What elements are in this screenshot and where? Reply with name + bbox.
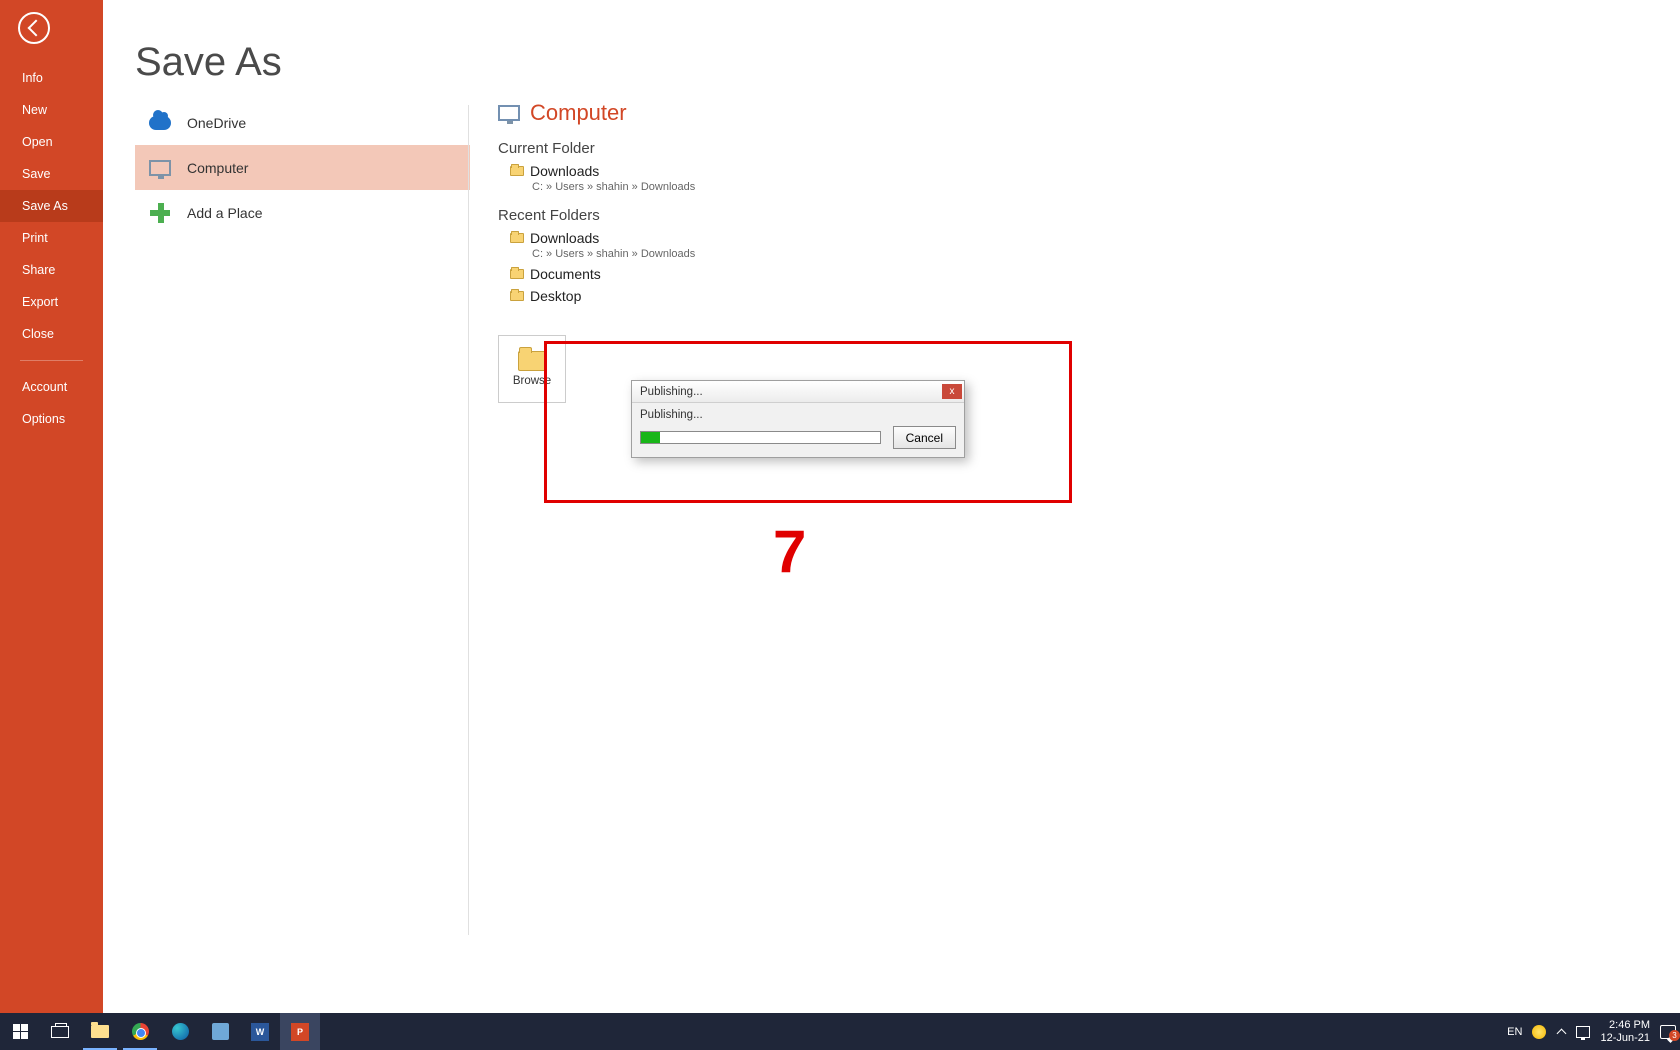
taskview-icon bbox=[51, 1026, 69, 1038]
sidebar-item-open[interactable]: Open bbox=[0, 126, 103, 158]
cancel-button[interactable]: Cancel bbox=[893, 426, 956, 449]
place-label: Computer bbox=[187, 160, 248, 176]
word-icon: W bbox=[251, 1023, 269, 1041]
column-divider bbox=[468, 105, 469, 935]
action-center-badge: 3 bbox=[1669, 1030, 1680, 1041]
taskbar-left: W P bbox=[0, 1013, 320, 1050]
taskview-button[interactable] bbox=[40, 1013, 80, 1050]
edge-icon bbox=[172, 1023, 189, 1040]
app-icon bbox=[212, 1023, 229, 1040]
folder-name: Desktop bbox=[530, 288, 581, 304]
clock-time: 2:46 PM bbox=[1600, 1019, 1650, 1032]
tray-overflow-icon[interactable] bbox=[1556, 1027, 1566, 1037]
powerpoint-taskbar[interactable]: P bbox=[280, 1013, 320, 1050]
backstage-sidebar: InfoNewOpenSaveSave AsPrintShareExportCl… bbox=[0, 0, 103, 1013]
folder-icon bbox=[510, 166, 524, 176]
page-title: Save As bbox=[135, 40, 282, 85]
sidebar-separator bbox=[20, 360, 83, 361]
file-explorer-taskbar[interactable] bbox=[80, 1013, 120, 1050]
computer-icon bbox=[149, 160, 171, 176]
detail-column: Computer Current Folder Downloads C: » U… bbox=[498, 100, 1498, 304]
dialog-close-button[interactable]: x bbox=[942, 384, 962, 399]
sidebar-nav-list: InfoNewOpenSaveSave AsPrintShareExportCl… bbox=[0, 62, 103, 350]
detail-title: Computer bbox=[530, 100, 627, 126]
folder-icon bbox=[510, 269, 524, 279]
recent-folder-item[interactable]: Downloads C: » Users » shahin » Downloads bbox=[498, 230, 1498, 260]
browse-label: Browse bbox=[513, 375, 551, 387]
sidebar-item-save-as[interactable]: Save As bbox=[0, 190, 103, 222]
current-folder-item[interactable]: Downloads C: » Users » shahin » Download… bbox=[498, 163, 1498, 193]
detail-heading: Computer bbox=[498, 100, 1498, 126]
sidebar-item-options[interactable]: Options bbox=[0, 403, 103, 435]
publishing-dialog: Publishing... x Publishing... Cancel bbox=[631, 380, 965, 458]
folder-icon bbox=[518, 351, 546, 371]
windows-icon bbox=[13, 1024, 28, 1039]
folder-name: Downloads bbox=[530, 230, 599, 246]
current-folder-label: Current Folder bbox=[498, 140, 1498, 157]
action-center-button[interactable]: 3 bbox=[1660, 1025, 1676, 1039]
sidebar-item-share[interactable]: Share bbox=[0, 254, 103, 286]
edge-taskbar[interactable] bbox=[160, 1013, 200, 1050]
place-label: Add a Place bbox=[187, 205, 263, 221]
weather-icon[interactable] bbox=[1532, 1025, 1546, 1039]
taskbar: W P EN 2:46 PM 12-Jun-21 3 bbox=[0, 1013, 1680, 1050]
browse-button[interactable]: Browse bbox=[498, 335, 566, 403]
sidebar-item-new[interactable]: New bbox=[0, 94, 103, 126]
sidebar-item-save[interactable]: Save bbox=[0, 158, 103, 190]
folder-path: C: » Users » shahin » Downloads bbox=[532, 248, 1498, 260]
chrome-taskbar[interactable] bbox=[120, 1013, 160, 1050]
word-taskbar[interactable]: W bbox=[240, 1013, 280, 1050]
dialog-body: Publishing... Cancel bbox=[632, 403, 964, 457]
sidebar-item-print[interactable]: Print bbox=[0, 222, 103, 254]
folder-name: Documents bbox=[530, 266, 601, 282]
recent-folders-list: Downloads C: » Users » shahin » Downloads… bbox=[498, 230, 1498, 304]
sidebar-nav-list-secondary: AccountOptions bbox=[0, 371, 103, 435]
taskbar-clock[interactable]: 2:46 PM 12-Jun-21 bbox=[1600, 1019, 1650, 1045]
clock-date: 12-Jun-21 bbox=[1600, 1032, 1650, 1045]
progress-bar bbox=[640, 431, 881, 444]
dialog-title: Publishing... bbox=[640, 386, 703, 398]
progress-fill bbox=[641, 432, 660, 443]
powerpoint-icon: P bbox=[291, 1023, 309, 1041]
folder-icon bbox=[510, 233, 524, 243]
folder-name: Downloads bbox=[530, 163, 599, 179]
dialog-status: Publishing... bbox=[640, 409, 956, 421]
dialog-titlebar[interactable]: Publishing... x bbox=[632, 381, 964, 403]
sidebar-item-info[interactable]: Info bbox=[0, 62, 103, 94]
taskbar-right: EN 2:46 PM 12-Jun-21 3 bbox=[1507, 1013, 1680, 1050]
place-add-a-place[interactable]: Add a Place bbox=[135, 190, 470, 235]
place-onedrive[interactable]: OneDrive bbox=[135, 100, 470, 145]
app-taskbar[interactable] bbox=[200, 1013, 240, 1050]
chrome-icon bbox=[132, 1023, 149, 1040]
folder-icon bbox=[91, 1025, 109, 1038]
place-label: OneDrive bbox=[187, 115, 246, 131]
back-arrow-icon bbox=[27, 20, 44, 37]
places-column: OneDrive Computer Add a Place bbox=[135, 100, 470, 235]
sidebar-item-export[interactable]: Export bbox=[0, 286, 103, 318]
language-indicator[interactable]: EN bbox=[1507, 1026, 1522, 1038]
back-button[interactable] bbox=[18, 12, 50, 44]
folder-path: C: » Users » shahin » Downloads bbox=[532, 181, 1498, 193]
recent-folder-item[interactable]: Desktop bbox=[498, 288, 1498, 304]
place-computer[interactable]: Computer bbox=[135, 145, 470, 190]
network-icon[interactable] bbox=[1576, 1026, 1590, 1038]
computer-icon bbox=[498, 105, 520, 121]
annotation-step-number: 7 bbox=[773, 517, 806, 586]
folder-icon bbox=[510, 291, 524, 301]
plus-icon bbox=[150, 203, 170, 223]
recent-folder-item[interactable]: Documents bbox=[498, 266, 1498, 282]
sidebar-item-account[interactable]: Account bbox=[0, 371, 103, 403]
recent-folders-label: Recent Folders bbox=[498, 207, 1498, 224]
main-panel: Save As OneDrive Computer Add a Place Comp… bbox=[103, 0, 1680, 1013]
sidebar-item-close[interactable]: Close bbox=[0, 318, 103, 350]
cloud-icon bbox=[149, 116, 171, 130]
start-button[interactable] bbox=[0, 1013, 40, 1050]
